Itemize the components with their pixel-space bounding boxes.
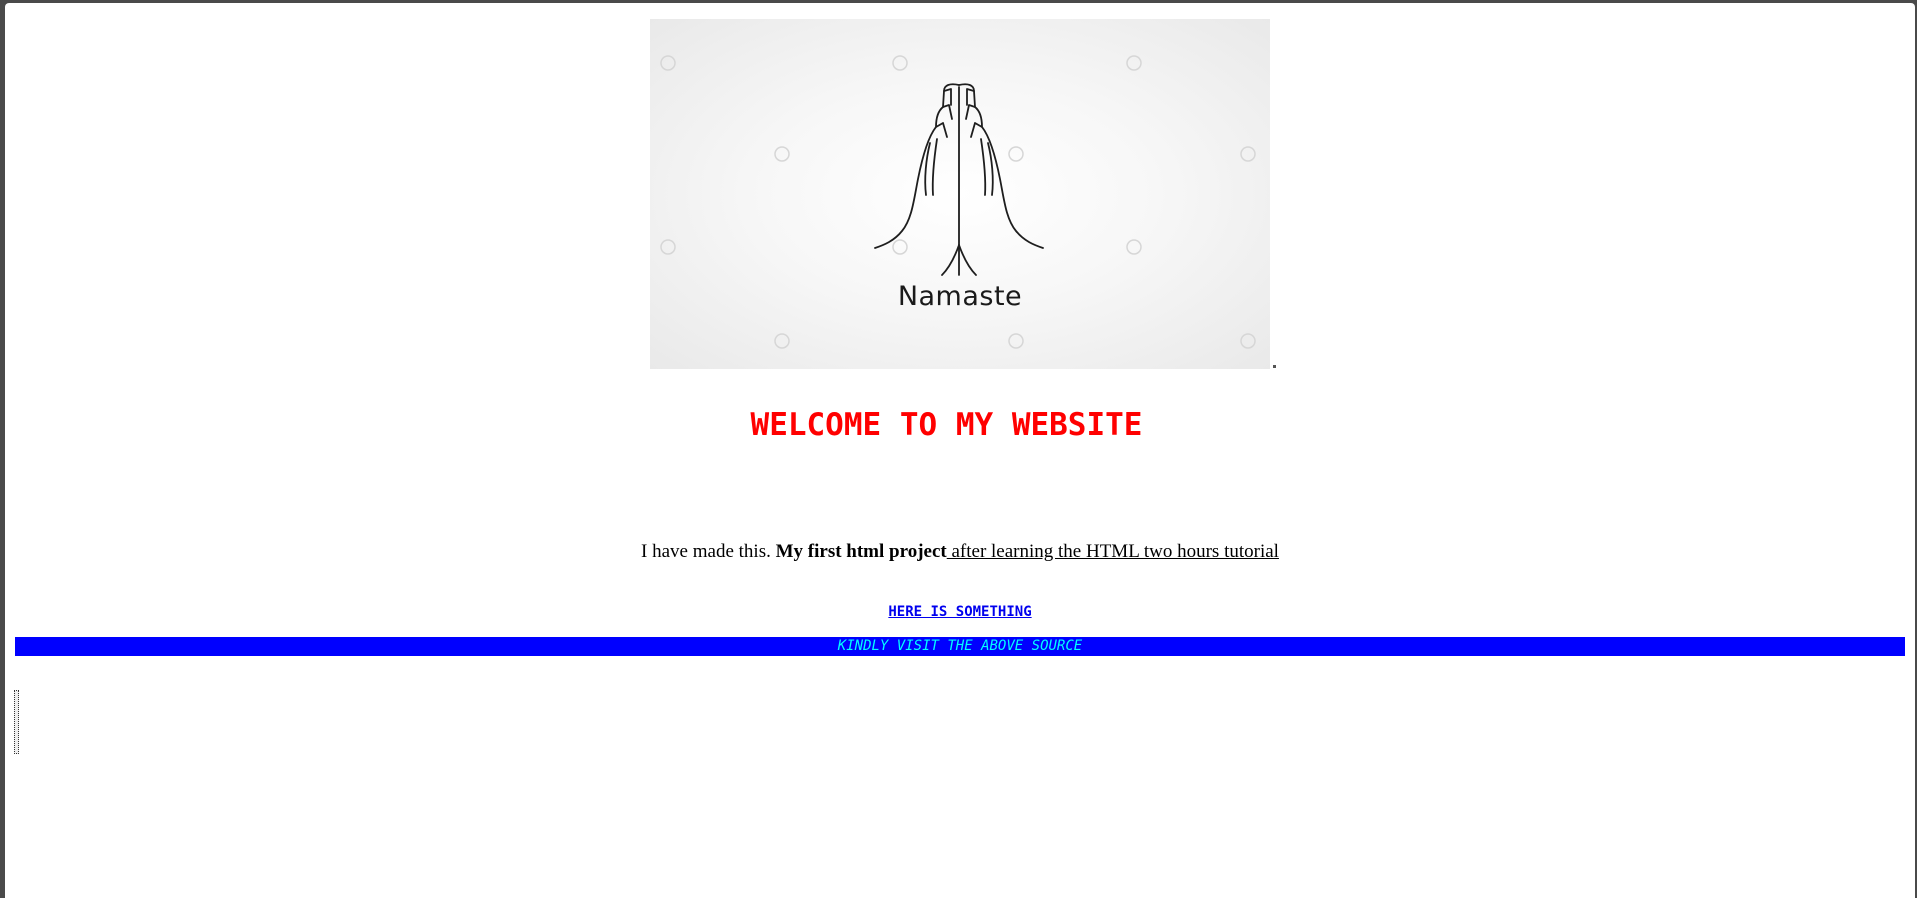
here-is-something-link[interactable]: HERE IS SOMETHING [888, 604, 1031, 620]
namaste-banner-image: Namaste [650, 19, 1270, 369]
namaste-hands-icon [660, 55, 1256, 349]
banner-caption: Namaste [897, 281, 1023, 312]
embedded-frame[interactable] [14, 690, 19, 754]
intro-underlined-text: after learning the HTML two hours tutori… [946, 541, 1279, 562]
page-title: WELCOME TO MY WEBSITE [750, 407, 1143, 443]
intro-paragraph: I have made this. My first html project … [5, 541, 1915, 563]
link-container: HERE IS SOMETHING [5, 604, 1915, 620]
intro-text: I have made this. [641, 541, 776, 562]
marquee-text: KINDLY VISIT THE ABOVE SOURCE [837, 638, 1083, 654]
page-viewport: Namaste WELCOME TO MY WEBSITE I have mad… [5, 3, 1915, 898]
intro-bold-text: My first html project [775, 541, 947, 562]
marquee-bar: KINDLY VISIT THE ABOVE SOURCE [15, 637, 1905, 656]
trailing-dot [1273, 365, 1276, 368]
